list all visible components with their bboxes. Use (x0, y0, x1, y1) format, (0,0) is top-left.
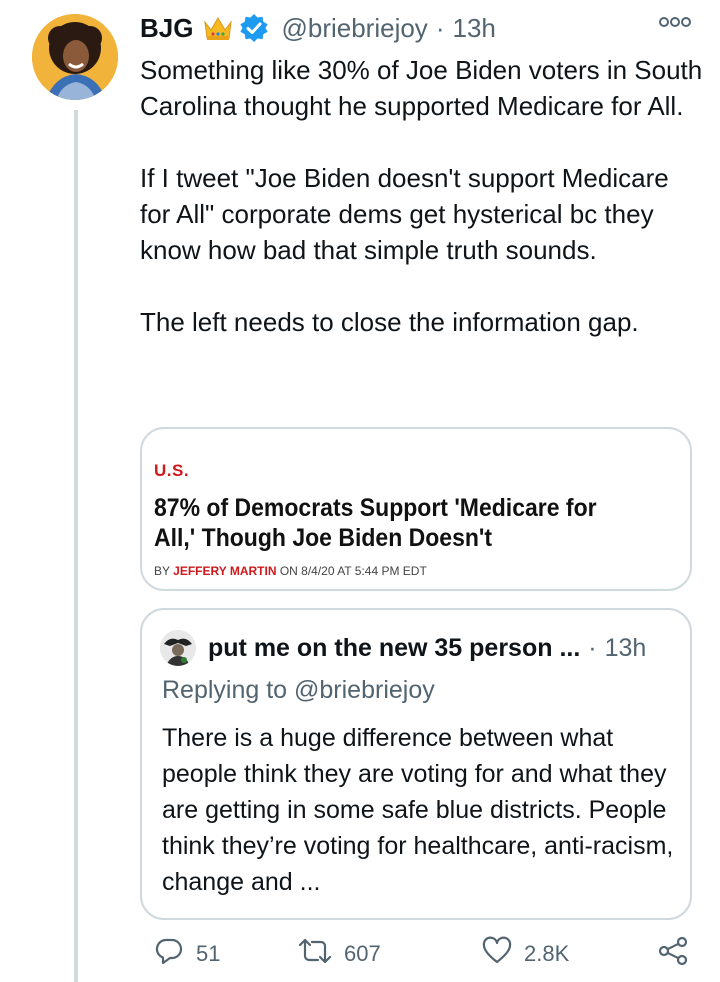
author-handle[interactable]: @briebriejoy (281, 13, 427, 44)
thread-connector-line (74, 110, 78, 982)
like-count: 2.8K (524, 941, 570, 966)
tweet-paragraph: The left needs to close the information … (140, 307, 639, 337)
reply-button[interactable]: 51 (154, 936, 220, 972)
verified-badge-icon (239, 13, 269, 43)
byline-date: ON 8/4/20 AT 5:44 PM EDT (279, 564, 427, 578)
byline-prefix: BY (154, 564, 170, 578)
retweet-count: 607 (344, 941, 381, 966)
card-byline: BY JEFFERY MARTIN ON 8/4/20 AT 5:44 PM E… (154, 564, 427, 578)
reply-count: 51 (196, 941, 221, 966)
author-avatar[interactable] (32, 14, 118, 100)
heart-icon (482, 936, 524, 972)
tweet-action-bar: 51 607 2.8K (140, 936, 700, 976)
quoted-tweet-card[interactable]: put me on the new 35 person ... · 13h Re… (140, 608, 692, 920)
card-headline: 87% of Democrats Support 'Medicare for A… (154, 494, 597, 552)
quoted-author-name[interactable]: put me on the new 35 person ... (208, 634, 580, 663)
tweet-paragraph: Something like 30% of Joe Biden voters i… (140, 55, 703, 121)
quoted-tweet-timestamp[interactable]: 13h (605, 634, 647, 663)
replying-to-label: Replying to @briebriejoy (162, 676, 435, 704)
card-section-label: U.S. (154, 461, 190, 480)
quoted-tweet-text: There is a huge difference between what … (162, 724, 674, 896)
quoted-tweet-header: put me on the new 35 person ... · 13h (160, 630, 646, 666)
quoted-header-separator: · (588, 633, 597, 662)
quoted-author-avatar[interactable] (160, 630, 196, 666)
more-options-icon[interactable] (658, 12, 692, 32)
header-separator: · (435, 12, 445, 43)
like-button[interactable]: 2.8K (482, 936, 569, 972)
share-button[interactable] (656, 936, 702, 972)
tweet-timestamp[interactable]: 13h (452, 13, 495, 44)
reply-icon (154, 936, 196, 972)
author-name[interactable]: BJG (140, 13, 193, 44)
byline-author: JEFFERY MARTIN (173, 564, 277, 578)
retweet-icon (298, 936, 344, 972)
link-preview-card[interactable]: U.S. 87% of Democrats Support 'Medicare … (140, 427, 692, 591)
tweet-paragraph: If I tweet "Joe Biden doesn't support Me… (140, 163, 669, 265)
share-icon (656, 936, 702, 972)
tweet-body: Something like 30% of Joe Biden voters i… (140, 52, 706, 340)
tweet-header: BJG @briebriejoy · 13h (140, 10, 710, 46)
retweet-button[interactable]: 607 (298, 936, 381, 972)
crown-emoji-icon (203, 14, 233, 42)
